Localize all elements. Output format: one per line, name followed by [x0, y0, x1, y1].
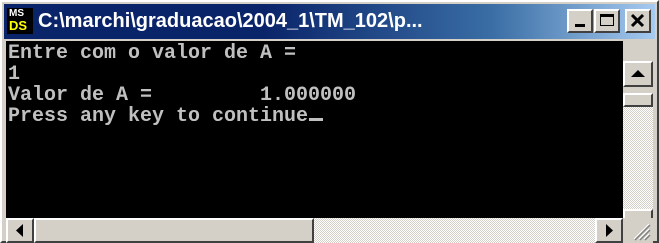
- minimize-icon: [575, 24, 585, 27]
- console-line: Entre com o valor de A =: [8, 42, 297, 65]
- text-cursor: [309, 118, 324, 121]
- vertical-scrollbar[interactable]: [623, 41, 653, 235]
- console-line: Valor de A = 1.000000: [8, 84, 357, 107]
- vertical-scroll-thumb[interactable]: [623, 93, 653, 107]
- resize-grip-icon: [633, 223, 651, 241]
- scroll-left-button[interactable]: [6, 218, 34, 243]
- title-bar[interactable]: MS DS C:\marchi\graduacao\2004_1\TM_102\…: [4, 4, 655, 39]
- vertical-scroll-track[interactable]: [623, 107, 653, 209]
- minimize-button[interactable]: [567, 9, 593, 33]
- close-icon: [630, 13, 645, 28]
- horizontal-scroll-track[interactable]: [314, 218, 595, 243]
- console-window: MS DS C:\marchi\graduacao\2004_1\TM_102\…: [0, 0, 659, 243]
- resize-grip[interactable]: [623, 218, 653, 243]
- scroll-up-button[interactable]: [623, 61, 653, 87]
- console-line: Press any key to continue: [8, 105, 309, 128]
- window-title: C:\marchi\graduacao\2004_1\TM_102\p...: [38, 10, 423, 32]
- scroll-right-button[interactable]: [595, 218, 623, 243]
- maximize-button[interactable]: [594, 9, 620, 33]
- arrow-right-icon: [606, 224, 613, 237]
- console-output[interactable]: Entre com o valor de A = 1 Valor de A = …: [6, 41, 623, 234]
- icon-label-bottom: DS: [9, 18, 28, 33]
- horizontal-scrollbar[interactable]: [6, 218, 623, 243]
- horizontal-scroll-thumb[interactable]: [34, 218, 314, 243]
- ms-dos-icon[interactable]: MS DS: [7, 8, 33, 34]
- arrow-up-icon: [631, 70, 645, 77]
- close-button[interactable]: [625, 9, 651, 33]
- console-line: 1: [8, 63, 21, 86]
- maximize-icon: [600, 14, 614, 26]
- arrow-left-icon: [16, 224, 23, 237]
